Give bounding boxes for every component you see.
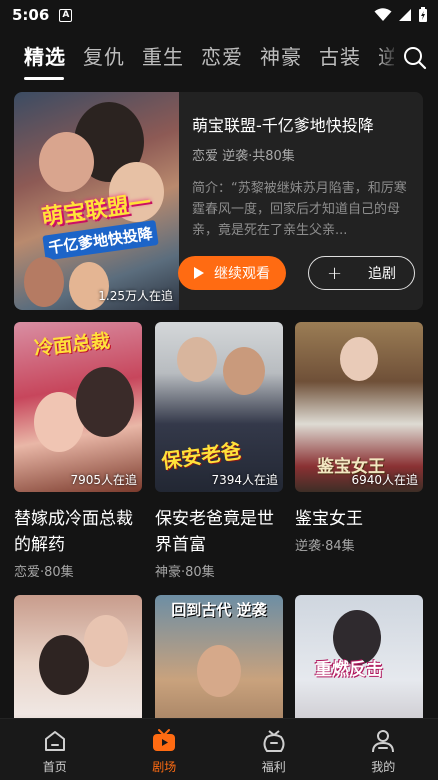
drama-poster[interactable]: 冷面总裁 7905人在追	[14, 322, 142, 492]
poster-figure	[76, 367, 134, 437]
poster-figure	[39, 132, 94, 192]
poster-figure	[223, 347, 265, 395]
status-icons	[374, 7, 428, 23]
signal-icon	[399, 9, 411, 21]
featured-poster[interactable]: 萌宝联盟一 千亿爹地快投降 1.25万人在追	[14, 92, 179, 310]
featured-meta: 恋爱 逆袭·共80集	[192, 149, 295, 164]
poster-figure	[39, 635, 89, 695]
featured-followers: 1.25万人在追	[98, 289, 173, 303]
nav-welfare-label: 福利	[261, 760, 286, 774]
category-tabs: 精选 复仇 重生 恋爱 神豪 古装 逆	[0, 38, 438, 82]
featured-info: 萌宝联盟-千亿爹地快投降 恋爱 逆袭·共80集 简介：“苏黎被继妹苏月陷害，和厉…	[192, 92, 413, 241]
poster-figure	[24, 257, 64, 307]
featured-intro: 简介：“苏黎被继妹苏月陷害，和厉寒霆春风一度，回家后才知道自己的母亲，竟是死在了…	[192, 181, 407, 238]
poster-title-art: 重燃反击	[315, 660, 383, 680]
tab-romance[interactable]: 恋爱	[201, 38, 243, 78]
tab-costume[interactable]: 古装	[319, 38, 361, 78]
poster-title-art: 保安老爸	[159, 438, 243, 474]
nav-welfare[interactable]: 福利	[219, 719, 329, 780]
tab-revenge[interactable]: 复仇	[83, 38, 125, 78]
drama-title[interactable]: 保安老爸竟是世界首富	[155, 506, 283, 558]
plus-icon: +	[326, 262, 343, 284]
notification-icon: A	[59, 8, 73, 22]
drama-meta: 恋爱·80集	[14, 565, 74, 580]
drama-meta: 逆袭·84集	[295, 539, 355, 554]
search-icon[interactable]	[402, 45, 428, 71]
nav-mine[interactable]: 我的	[329, 719, 438, 780]
continue-watching-label: 继续观看	[214, 266, 270, 282]
play-icon	[194, 267, 204, 279]
poster-figure	[84, 615, 128, 667]
tv-icon	[153, 729, 176, 751]
status-time: 5:06	[12, 6, 50, 24]
drama-title[interactable]: 替嫁成冷面总裁的解药	[14, 506, 142, 558]
drama-card[interactable]: 保安老爸 7394人在追 保安老爸竟是世界首富 神豪·80集	[155, 322, 283, 580]
poster-title-art: 萌宝联盟一 千亿爹地快投降	[24, 183, 171, 263]
poster-title-art: 冷面总裁	[33, 330, 112, 360]
tab-rebirth[interactable]: 重生	[142, 38, 184, 78]
drama-poster[interactable]: 鉴宝女王 6940人在追	[295, 322, 423, 492]
wifi-icon	[374, 8, 392, 21]
nav-mine-label: 我的	[371, 760, 396, 774]
poster-figure	[340, 337, 378, 381]
drama-title[interactable]: 鉴宝女王	[295, 506, 423, 532]
follow-drama-button[interactable]: + 追剧	[308, 256, 415, 290]
gift-bag-icon	[263, 730, 285, 752]
bottom-nav: 首页 剧场 福利 我的	[0, 718, 438, 780]
card-followers: 7905人在追	[70, 473, 137, 487]
drama-card[interactable]: 鉴宝女王 6940人在追 鉴宝女王 逆袭·84集	[295, 322, 423, 554]
nav-theater-label: 剧场	[152, 760, 177, 774]
tab-featured[interactable]: 精选	[24, 38, 66, 80]
nav-home[interactable]: 首页	[0, 719, 110, 780]
nav-home-label: 首页	[42, 760, 67, 774]
poster-title-art: 回到古代 逆袭	[171, 601, 267, 619]
battery-icon	[419, 7, 427, 22]
tab-tycoon[interactable]: 神豪	[260, 38, 302, 78]
poster-figure	[197, 645, 241, 697]
continue-watching-button[interactable]: 继续观看	[178, 256, 286, 290]
home-icon	[44, 731, 65, 751]
featured-title[interactable]: 萌宝联盟-千亿爹地快投降	[192, 112, 413, 136]
drama-meta: 神豪·80集	[155, 565, 215, 580]
card-followers: 7394人在追	[211, 473, 278, 487]
drama-poster[interactable]: 保安老爸 7394人在追	[155, 322, 283, 492]
nav-theater[interactable]: 剧场	[110, 719, 220, 780]
follow-drama-label: 追剧	[368, 266, 397, 282]
drama-card[interactable]: 冷面总裁 7905人在追 替嫁成冷面总裁的解药 恋爱·80集	[14, 322, 142, 580]
user-icon	[372, 730, 395, 753]
status-bar: 5:06 A	[0, 0, 438, 30]
card-followers: 6940人在追	[351, 473, 418, 487]
poster-figure	[177, 337, 217, 382]
